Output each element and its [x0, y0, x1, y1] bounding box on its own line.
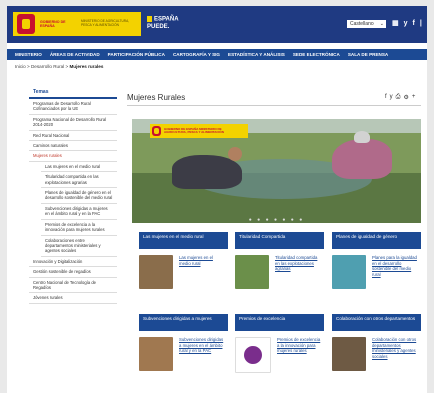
card-link[interactable]: Planes para la igualdad en el desarrollo… — [372, 255, 418, 289]
divider: | — [419, 20, 422, 27]
nav-item-prensa[interactable]: SALA DE PRENSA — [348, 52, 388, 57]
card-thumbnail[interactable] — [139, 255, 173, 289]
espana-text: ESPAÑA — [154, 16, 179, 23]
sidebar-item[interactable]: Centro Nacional de Tecnología de Regadío… — [29, 278, 117, 294]
card-header[interactable]: Las mujeres en el medio rural — [139, 232, 228, 249]
breadcrumb-desarrollo[interactable]: Desarrollo Rural — [31, 64, 64, 69]
card-link[interactable]: Premios de excelencia a la innovación pa… — [277, 337, 323, 373]
social-icon-1[interactable]: ▦ — [392, 19, 399, 28]
carousel-dots[interactable]: ● ● ● ● ● ● ● — [132, 217, 421, 223]
card-link[interactable]: Subvenciones dirigidas a mujeres en el á… — [179, 337, 225, 371]
gov-name: GOBIERNO DE ESPAÑA — [40, 20, 66, 28]
facebook-share-icon[interactable]: f — [385, 94, 387, 101]
sidebar-subitem[interactable]: Planes de igualdad de género en el desar… — [41, 188, 117, 204]
card-thumbnail[interactable] — [139, 337, 173, 371]
ministry-name: MINISTERIO DE AGRICULTURA, PESCA Y ALIME… — [81, 19, 130, 27]
card: Subvenciones dirigidas a mujeres Subvenc… — [139, 314, 228, 371]
breadcrumb-home[interactable]: Inicio — [15, 64, 26, 69]
nav-item-areas[interactable]: ÁREAS DE ACTIVIDAD — [50, 52, 100, 57]
breadcrumb: Inicio > Desarrollo Rural > Mujeres rura… — [15, 64, 103, 69]
sidebar-item[interactable]: Programas de Desarrollo Rural Cofinancia… — [29, 99, 117, 115]
site-header: GOBIERNO DE ESPAÑA MINISTERIO DE AGRICUL… — [7, 6, 427, 43]
facebook-icon[interactable]: f — [413, 19, 415, 28]
breadcrumb-separator: > — [65, 64, 69, 69]
language-label: Castellano — [350, 21, 374, 27]
coat-of-arms-icon — [17, 14, 35, 34]
page: GOBIERNO DE ESPAÑA MINISTERIO DE AGRICUL… — [7, 6, 427, 393]
card-header[interactable]: Colaboración con otros departamentos — [332, 314, 421, 331]
card-header[interactable]: Titularidad Compartida — [235, 232, 324, 249]
flag-icon — [147, 16, 152, 22]
card: Planes de igualdad de género Planes para… — [332, 232, 421, 289]
coat-of-arms-icon — [152, 126, 161, 136]
banner-text: GOBIERNO DE ESPAÑA MINISTERIO DE AGRICUL… — [164, 126, 224, 134]
nav-item-participacion[interactable]: PARTICIPACIÓN PÚBLICA — [108, 52, 165, 57]
ministry-banner: GOBIERNO DE ESPAÑA MINISTERIO DE AGRICUL… — [150, 124, 248, 138]
settings-icon[interactable]: ⚙ — [403, 94, 408, 101]
photo-head-left — [228, 147, 242, 161]
sidebar-subitem[interactable]: Premios de excelencia a la innovación pa… — [41, 220, 117, 236]
hero-carousel[interactable]: GOBIERNO DE ESPAÑA MINISTERIO DE AGRICUL… — [132, 119, 421, 223]
card-header[interactable]: Subvenciones dirigidas a mujeres — [139, 314, 228, 331]
twitter-icon[interactable]: y — [404, 19, 408, 28]
sidebar-item[interactable]: Gestión sostenible de regadíos — [29, 267, 117, 278]
chevron-down-icon: ⌄ — [379, 21, 384, 27]
sidebar-item[interactable]: Red Rural Nacional — [29, 131, 117, 142]
twitter-share-icon[interactable]: y — [390, 94, 393, 101]
espana-puede-logo[interactable]: ESPAÑA PUEDE. — [147, 16, 179, 31]
puede-text: PUEDE. — [147, 23, 170, 30]
sidebar-subitem[interactable]: Colaboraciones entre departamentos minis… — [41, 236, 117, 257]
card-link[interactable]: Las mujeres en el medio rural — [179, 255, 225, 289]
add-icon[interactable]: + — [412, 94, 416, 101]
sidebar: Temas Programas de Desarrollo Rural Cofi… — [29, 88, 117, 304]
sidebar-item[interactable]: Programa Nacional de Desarrollo Rural 20… — [29, 115, 117, 131]
card: Colaboración con otros departamentos Col… — [332, 314, 421, 371]
card: Premios de excelencia Premios de excelen… — [235, 314, 324, 373]
breadcrumb-separator: > — [27, 64, 30, 69]
main-nav: MINISTERIO ÁREAS DE ACTIVIDAD PARTICIPAC… — [7, 49, 427, 60]
sidebar-heading: Temas — [29, 88, 117, 99]
card-thumbnail[interactable] — [332, 337, 366, 371]
nav-item-estadistica[interactable]: ESTADÍSTICA Y ANÁLISIS — [228, 52, 285, 57]
nav-item-cartografia[interactable]: CARTOGRAFÍA Y SIG — [173, 52, 220, 57]
nav-item-ministerio[interactable]: MINISTERIO — [15, 52, 42, 57]
card-header[interactable]: Premios de excelencia — [235, 314, 324, 331]
card-header[interactable]: Planes de igualdad de género — [332, 232, 421, 249]
card: Titularidad Compartida Titularidad compa… — [235, 232, 324, 289]
award-icon — [244, 346, 262, 364]
sidebar-item-active[interactable]: Mujeres rurales — [29, 151, 117, 162]
sidebar-subitem[interactable]: Subvenciones dirigidas a mujeres en el á… — [41, 204, 117, 220]
photo-person-right — [332, 139, 392, 179]
sidebar-subitem[interactable]: Las mujeres en el medio rural — [41, 162, 117, 173]
sidebar-item[interactable]: Jóvenes rurales — [29, 293, 117, 304]
card-thumbnail[interactable] — [235, 337, 271, 373]
card-thumbnail[interactable] — [332, 255, 366, 289]
nav-item-sede[interactable]: SEDE ELECTRÓNICA — [293, 52, 340, 57]
photo-head-right — [354, 131, 370, 143]
card-thumbnail[interactable] — [235, 255, 269, 289]
sidebar-item[interactable]: Innovación y Digitalización — [29, 257, 117, 268]
social-links: ▦ y f | Q — [392, 19, 427, 28]
card-link[interactable]: Titularidad compartida en las explotacio… — [275, 255, 321, 289]
card: Las mujeres en el medio rural Las mujere… — [139, 232, 228, 289]
language-select[interactable]: Castellano ⌄ — [347, 20, 386, 28]
share-tools: f y ⎙ ⚙ + — [385, 94, 415, 101]
print-icon[interactable]: ⎙ — [396, 94, 401, 101]
title-divider — [127, 105, 421, 106]
page-title: Mujeres Rurales — [127, 93, 186, 102]
sidebar-item[interactable]: Caminos naturales — [29, 141, 117, 152]
sidebar-subitem[interactable]: Titularidad compartida en las explotacio… — [41, 172, 117, 189]
breadcrumb-current: Mujeres rurales — [69, 64, 104, 69]
government-logo[interactable]: GOBIERNO DE ESPAÑA MINISTERIO DE AGRICUL… — [13, 12, 141, 36]
card-link[interactable]: Colaboración con otros departamentos min… — [372, 337, 418, 371]
